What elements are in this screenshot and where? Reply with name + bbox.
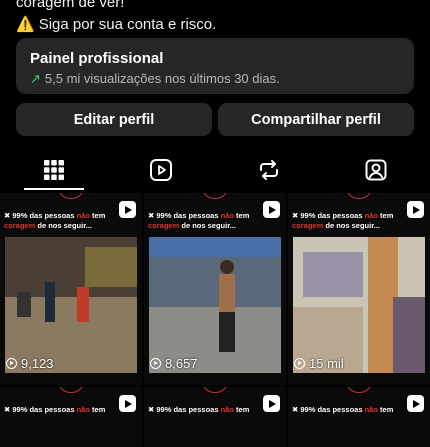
channel-logo-icon bbox=[346, 193, 372, 199]
reel-indicator-icon bbox=[407, 201, 424, 218]
channel-logo-icon bbox=[58, 387, 84, 393]
tab-reposts[interactable] bbox=[226, 150, 312, 190]
post-tile[interactable]: ✖ 99% das pessoas não tem bbox=[288, 387, 430, 447]
tab-tagged[interactable] bbox=[333, 150, 419, 190]
channel-logo-icon bbox=[346, 387, 372, 393]
view-count: 15 mil bbox=[294, 356, 344, 371]
reel-indicator-icon bbox=[263, 395, 280, 412]
video-thumbnail bbox=[149, 237, 281, 373]
profile-bio: coragem de ver! ⚠️ Siga por sua conta e r… bbox=[16, 0, 216, 36]
play-count-icon bbox=[150, 358, 161, 369]
professional-dashboard[interactable]: Painel profissional ↗ 5,5 mi visualizaçõe… bbox=[16, 38, 414, 94]
tagged-icon bbox=[365, 159, 387, 181]
reels-icon bbox=[150, 159, 172, 181]
panel-subtitle: 5,5 mi visualizações nos últimos 30 dias… bbox=[44, 71, 280, 86]
profile-tabs bbox=[0, 150, 430, 192]
channel-logo-icon bbox=[202, 387, 228, 393]
trend-up-arrow-icon: ↗ bbox=[30, 71, 41, 86]
post-tile[interactable]: ✖ 99% das pessoas não tem bbox=[0, 387, 142, 447]
reel-indicator-icon bbox=[407, 395, 424, 412]
reel-indicator-icon bbox=[263, 201, 280, 218]
channel-logo-icon bbox=[202, 193, 228, 199]
post-caption: ✖ 99% das pessoas não tem coragem de nos … bbox=[148, 211, 250, 230]
channel-logo-icon bbox=[58, 193, 84, 199]
video-thumbnail bbox=[5, 237, 137, 373]
post-tile[interactable]: ✖ 99% das pessoas não tem coragem de nos … bbox=[144, 193, 286, 385]
view-count: 8,657 bbox=[150, 356, 198, 371]
bio-line-1: coragem de ver! bbox=[16, 0, 125, 11]
post-caption: ✖ 99% das pessoas não tem coragem de nos … bbox=[292, 211, 394, 230]
play-count-icon bbox=[6, 358, 17, 369]
play-count-icon bbox=[294, 358, 305, 369]
grid-icon bbox=[44, 160, 64, 180]
post-caption: ✖ 99% das pessoas não tem bbox=[292, 405, 394, 414]
reel-indicator-icon bbox=[119, 395, 136, 412]
warning-icon: ⚠️ bbox=[16, 16, 35, 33]
panel-title: Painel profissional bbox=[30, 50, 164, 67]
post-caption: ✖ 99% das pessoas não tem bbox=[148, 405, 250, 414]
post-tile[interactable]: ✖ 99% das pessoas não tem coragem de nos … bbox=[288, 193, 430, 385]
post-tile[interactable]: ✖ 99% das pessoas não tem coragem de nos … bbox=[0, 193, 142, 385]
post-tile[interactable]: ✖ 99% das pessoas não tem bbox=[144, 387, 286, 447]
edit-profile-button[interactable]: Editar perfil bbox=[16, 103, 212, 136]
tab-reels[interactable] bbox=[118, 150, 204, 190]
video-thumbnail bbox=[293, 237, 425, 373]
view-count: 9,123 bbox=[6, 356, 54, 371]
panel-subtitle-row: ↗ 5,5 mi visualizações nos últimos 30 dia… bbox=[30, 71, 400, 87]
reel-indicator-icon bbox=[119, 201, 136, 218]
bio-line-2: Siga por sua conta e risco. bbox=[38, 16, 217, 33]
repost-icon bbox=[260, 160, 278, 180]
share-profile-button[interactable]: Compartilhar perfil bbox=[218, 103, 414, 136]
post-caption: ✖ 99% das pessoas não tem coragem de nos … bbox=[4, 211, 106, 230]
tab-posts-grid[interactable] bbox=[11, 150, 97, 190]
post-caption: ✖ 99% das pessoas não tem bbox=[4, 405, 106, 414]
